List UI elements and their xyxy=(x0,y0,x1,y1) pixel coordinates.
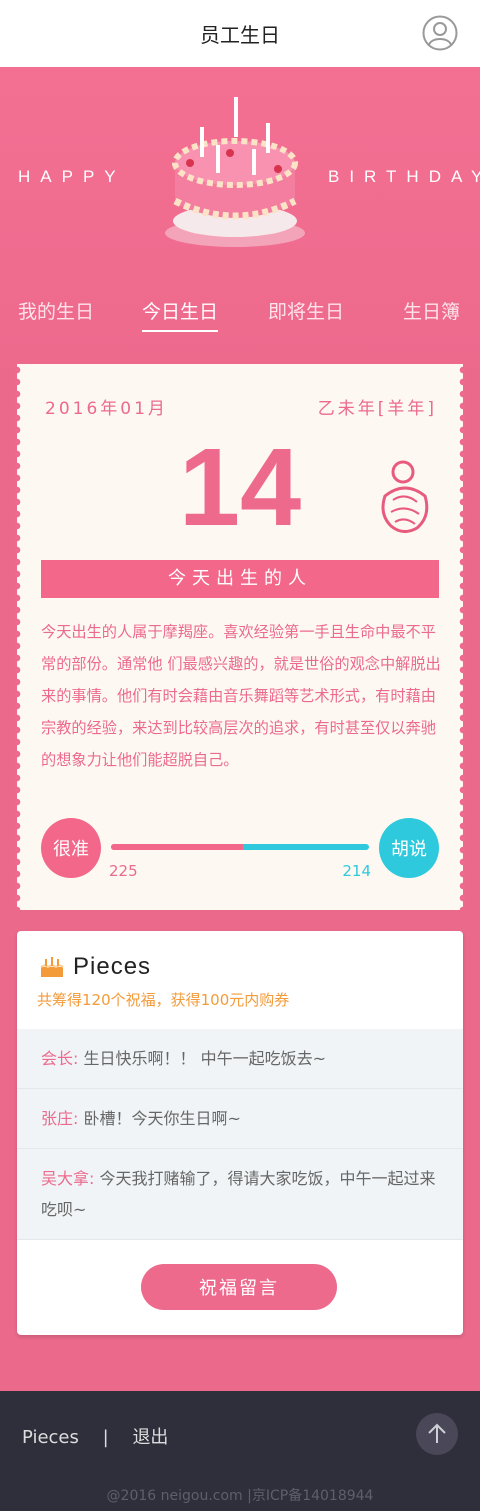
list-item: 吴大拿: 今天我打赌输了，得请大家吃饭，中午一起过来吃呗~ xyxy=(17,1149,463,1240)
born-today-bar: 今天出生的人 xyxy=(41,560,439,598)
tab-upcoming-birthday[interactable]: 即将生日 xyxy=(268,297,344,330)
sheep-papercut-icon xyxy=(381,460,429,533)
page-title: 员工生日 xyxy=(200,23,280,47)
arrow-up-icon xyxy=(428,1423,446,1443)
logout-link[interactable]: 退出 xyxy=(132,1427,168,1448)
back-to-top-button[interactable] xyxy=(416,1413,458,1455)
footer-link-pieces[interactable]: Pieces xyxy=(22,1427,79,1448)
footer: Pieces | 退出 @2016 neigou.com |京ICP备14018… xyxy=(0,1391,480,1511)
birthday-banner: HAPPY BIRTHDAY 我的生日 今日生日 即将生日 生日簿 xyxy=(0,67,480,367)
pieces-header: Pieces xyxy=(39,953,151,981)
calendar-month: 2016年01月 xyxy=(45,399,168,419)
pieces-summary: 共筹得120个祝福，获得100元内购券 xyxy=(37,991,290,1009)
tab-my-birthday[interactable]: 我的生日 xyxy=(18,297,94,330)
footer-links: Pieces | 退出 xyxy=(22,1423,186,1449)
message-text: 生日快乐啊！！ 中午一起吃饭去~ xyxy=(83,1049,327,1068)
calendar-card: 2016年01月 乙未年[羊年] 14 今天出生的人 今天出生的人属于摩羯座。喜… xyxy=(13,364,467,910)
copyright-text: @2016 neigou.com |京ICP备14018944 xyxy=(106,1488,374,1504)
message-author: 张庄: xyxy=(41,1109,79,1128)
list-item: 会长: 生日快乐啊！！ 中午一起吃饭去~ xyxy=(17,1029,463,1089)
small-cake-icon xyxy=(40,957,64,977)
horoscope-description: 今天出生的人属于摩羯座。喜欢经验第一手且生命中最不平常的部份。通常他 们最感兴趣… xyxy=(41,623,441,769)
tab-today-birthday[interactable]: 今日生日 xyxy=(142,297,219,332)
nonsense-count: 214 xyxy=(342,862,371,880)
cake-icon xyxy=(165,97,305,247)
message-author: 吴大拿: xyxy=(41,1169,95,1188)
leave-blessing-button[interactable]: 祝福留言 xyxy=(141,1264,337,1310)
footer-separator: | xyxy=(102,1427,109,1448)
accurate-count: 225 xyxy=(109,862,138,880)
pieces-card: Pieces 共筹得120个祝福，获得100元内购券 会长: 生日快乐啊！！ 中… xyxy=(17,931,463,1335)
nonsense-vote-button[interactable]: 胡说 xyxy=(379,818,439,878)
message-list: 会长: 生日快乐啊！！ 中午一起吃饭去~ 张庄: 卧槽！今天你生日啊~ 吴大拿:… xyxy=(17,1029,463,1240)
vote-progress-fill xyxy=(111,844,244,850)
happy-text: HAPPY xyxy=(18,167,126,186)
message-text: 今天我打赌输了，得请大家吃饭，中午一起过来吃呗~ xyxy=(41,1169,436,1219)
birthday-tabs: 我的生日 今日生日 即将生日 生日簿 xyxy=(0,297,480,337)
message-author: 会长: xyxy=(41,1049,79,1068)
lunar-year: 乙未年[羊年] xyxy=(317,399,437,419)
top-bar: 员工生日 xyxy=(0,0,480,67)
birthday-text: BIRTHDAY xyxy=(328,167,480,186)
accurate-vote-button[interactable]: 很准 xyxy=(41,818,101,878)
pieces-title: Pieces xyxy=(73,953,152,980)
vote-progress-bar xyxy=(111,844,369,850)
list-item: 张庄: 卧槽！今天你生日啊~ xyxy=(17,1089,463,1149)
user-avatar-icon[interactable] xyxy=(422,15,458,51)
message-text: 卧槽！今天你生日啊~ xyxy=(83,1109,241,1128)
tab-birthday-book[interactable]: 生日簿 xyxy=(403,297,460,330)
